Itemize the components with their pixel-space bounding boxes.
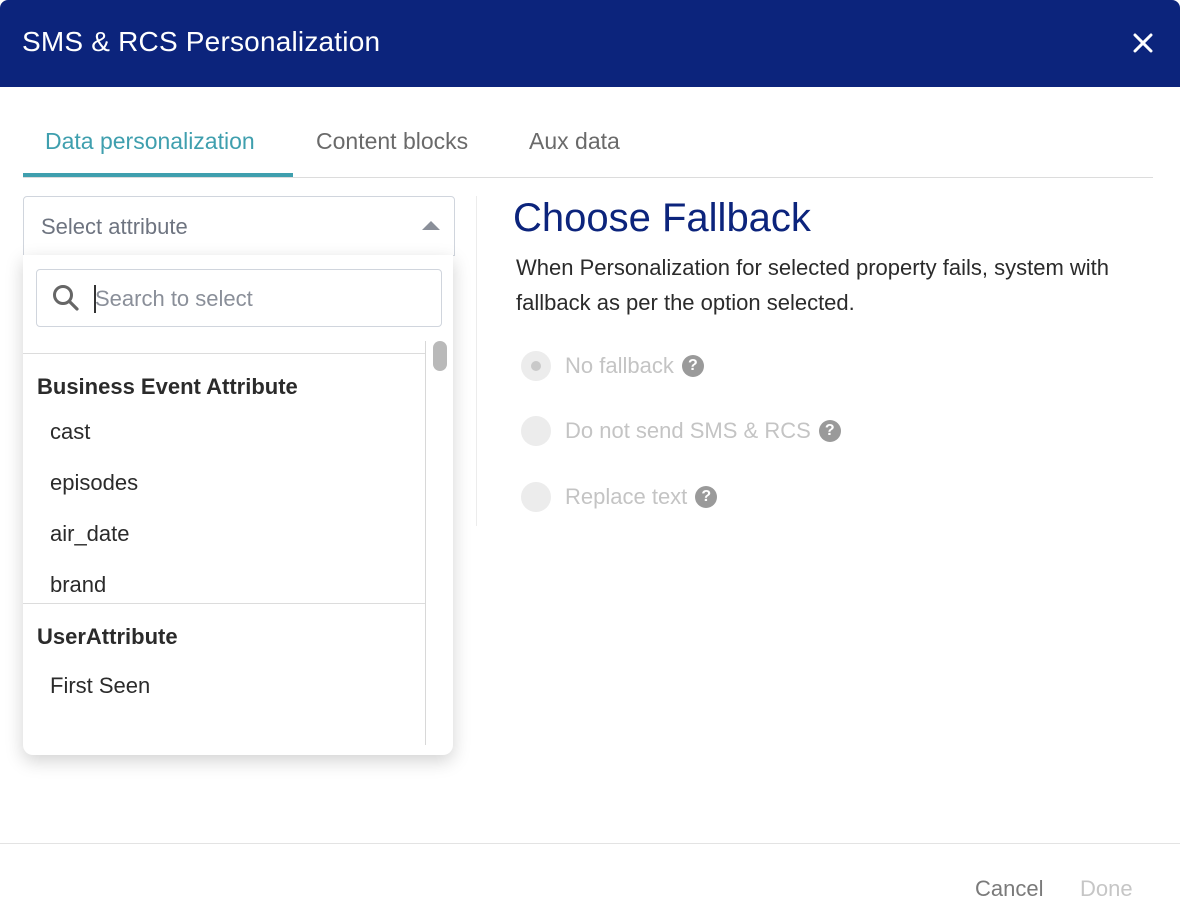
search-input[interactable] — [95, 280, 425, 318]
fallback-title: Choose Fallback — [513, 196, 811, 240]
attribute-list: Business Event Attribute cast episodes a… — [23, 353, 426, 745]
help-icon[interactable]: ? — [695, 486, 718, 508]
modal-header: SMS & RCS Personalization — [0, 0, 1180, 87]
scrollbar-thumb[interactable] — [433, 341, 447, 371]
attribute-dropdown: Business Event Attribute cast episodes a… — [23, 255, 453, 755]
list-item[interactable]: air_date — [23, 508, 426, 559]
done-button[interactable]: Done — [1080, 876, 1133, 902]
scrollbar-track[interactable] — [425, 341, 426, 745]
cancel-button[interactable]: Cancel — [975, 876, 1043, 902]
search-field[interactable] — [36, 269, 442, 327]
radio-label: No fallback — [565, 353, 674, 378]
list-item[interactable]: brand — [23, 559, 426, 603]
attribute-select[interactable]: Select attribute — [23, 196, 455, 256]
radio-button[interactable] — [521, 351, 551, 381]
active-tab-indicator — [23, 173, 293, 177]
radio-label: Do not send SMS & RCS — [565, 418, 811, 443]
close-icon[interactable] — [1126, 26, 1160, 60]
list-item[interactable]: First Seen — [23, 660, 426, 711]
modal-footer: Cancel Done — [0, 843, 1180, 924]
caret-up-icon[interactable] — [422, 221, 440, 230]
group-title: UserAttribute — [37, 624, 178, 649]
divider — [476, 196, 477, 526]
modal-title: SMS & RCS Personalization — [22, 26, 381, 57]
search-icon — [51, 283, 81, 313]
radio-label: Replace text — [565, 484, 688, 509]
tab-aux-data[interactable]: Aux data — [529, 128, 620, 155]
group-title: Business Event Attribute — [37, 374, 298, 399]
attribute-group: UserAttribute First Seen — [23, 603, 426, 711]
list-item[interactable]: cast — [23, 406, 426, 457]
list-item[interactable]: episodes — [23, 457, 426, 508]
tab-bar: Data personalization Content blocks Aux … — [23, 124, 1153, 178]
help-icon[interactable]: ? — [681, 355, 704, 377]
personalization-modal: SMS & RCS Personalization Data personali… — [0, 0, 1180, 924]
radio-no-fallback[interactable]: No fallback ? — [521, 351, 704, 381]
radio-button[interactable] — [521, 416, 551, 446]
tab-data-personalization[interactable]: Data personalization — [45, 128, 255, 155]
help-icon[interactable]: ? — [818, 420, 841, 442]
attribute-select-placeholder: Select attribute — [41, 214, 188, 239]
attribute-group: Business Event Attribute cast episodes a… — [23, 353, 426, 603]
fallback-description: When Personalization for selected proper… — [516, 255, 1110, 315]
radio-replace-text[interactable]: Replace text ? — [521, 482, 718, 512]
radio-do-not-send[interactable]: Do not send SMS & RCS ? — [521, 416, 841, 446]
radio-button[interactable] — [521, 482, 551, 512]
tab-content-blocks[interactable]: Content blocks — [316, 128, 468, 155]
